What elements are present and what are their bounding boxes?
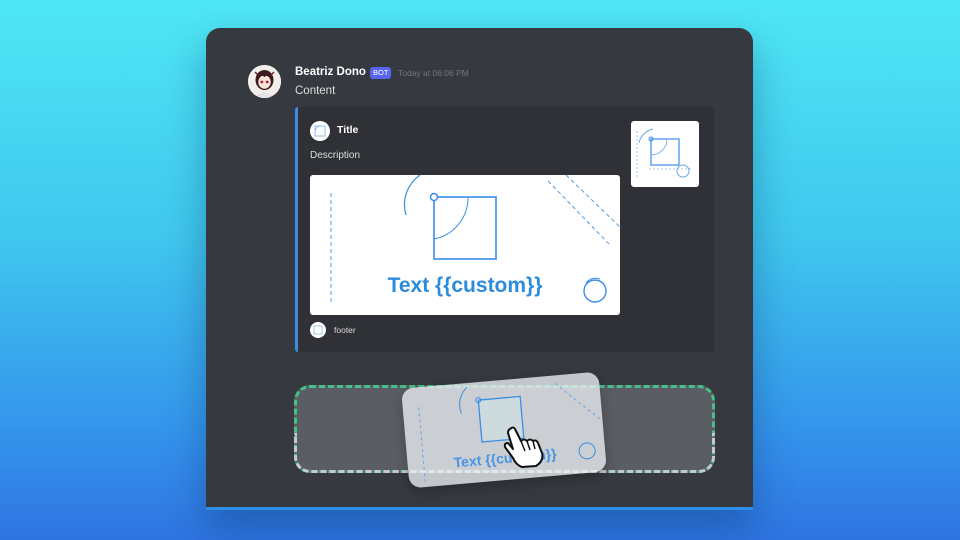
blueprint-icon: [314, 125, 326, 137]
footer-icon: [310, 322, 326, 338]
embed-footer: footer: [334, 325, 356, 335]
window-bottom-edge: [206, 507, 753, 510]
embed-image-text: Text {{custom}}: [387, 274, 543, 297]
blueprint-icon: [313, 325, 323, 335]
embed-description: Description: [310, 150, 361, 161]
embed-title[interactable]: Title: [337, 124, 358, 136]
embed-image[interactable]: Text {{custom}}: [310, 175, 620, 315]
embed-thumbnail[interactable]: [631, 121, 699, 187]
embed-title-icon: [310, 121, 330, 141]
blueprint-thumbnail-icon: [636, 128, 691, 178]
author-avatar[interactable]: [248, 65, 281, 98]
bot-badge: BOT: [370, 67, 392, 79]
anime-girl-avatar-icon: [248, 65, 281, 98]
message-embed: Title Description Text {{custom}} footer: [295, 107, 714, 352]
author-name[interactable]: Beatriz Dono: [295, 66, 366, 78]
message-content: Content: [295, 85, 336, 97]
hand-pointer-icon: [500, 425, 548, 469]
message-timestamp: Today at 06:06 PM: [398, 68, 469, 78]
